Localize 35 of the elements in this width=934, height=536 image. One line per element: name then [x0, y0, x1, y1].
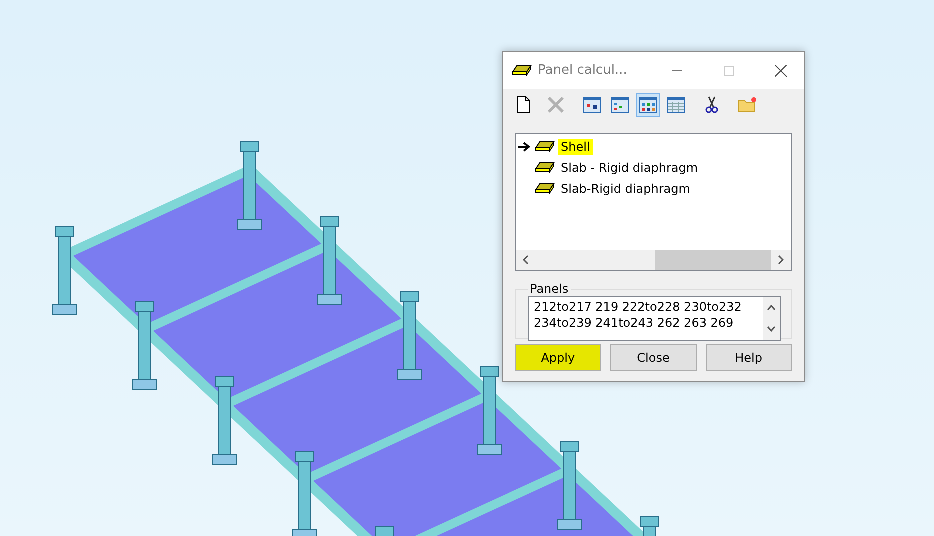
chevron-left-icon	[523, 255, 529, 265]
close-icon	[775, 64, 787, 76]
cut-icon	[705, 96, 719, 114]
scrollbar-thumb[interactable]	[655, 250, 771, 270]
chevron-right-icon	[778, 255, 784, 265]
horizontal-scrollbar[interactable]	[516, 250, 791, 270]
column	[640, 516, 660, 536]
slab-icon	[535, 162, 555, 174]
list-item[interactable]: Shell	[558, 138, 594, 154]
list-item[interactable]: Slab-Rigid diaphragm	[558, 180, 694, 196]
arrow-right-icon	[518, 142, 532, 152]
chevron-up-icon	[767, 304, 776, 311]
list-item[interactable]: Slab - Rigid diaphragm	[558, 160, 702, 176]
dialog-button[interactable]: Help	[706, 344, 792, 371]
cross-icon	[547, 96, 565, 114]
folder-icon	[738, 97, 758, 113]
window-icon	[639, 97, 657, 113]
minimize-icon	[672, 70, 682, 71]
dialog-button[interactable]: Close	[610, 344, 697, 371]
panels-line: 234to239 241to243 262 263 269	[534, 315, 735, 331]
column	[376, 526, 394, 536]
blank-page-icon	[516, 96, 532, 114]
group-label: Panels	[529, 282, 570, 296]
window-icon	[583, 97, 601, 113]
panels-line: 212to217 219 222to228 230to232	[534, 299, 743, 315]
slab-icon	[535, 182, 555, 194]
slab-icon	[512, 64, 532, 76]
dialog-button[interactable]: Apply	[515, 344, 602, 371]
slab-icon	[535, 140, 555, 152]
panels-field[interactable]: 212to217 219 222to228 230to232 234to239 241to243 262 263 269	[528, 296, 781, 341]
maximize-icon	[724, 66, 734, 76]
chevron-down-icon	[767, 326, 776, 332]
window-icon	[611, 97, 629, 113]
table-window-icon	[667, 97, 685, 113]
window-title: Panel calcul...	[538, 63, 628, 78]
